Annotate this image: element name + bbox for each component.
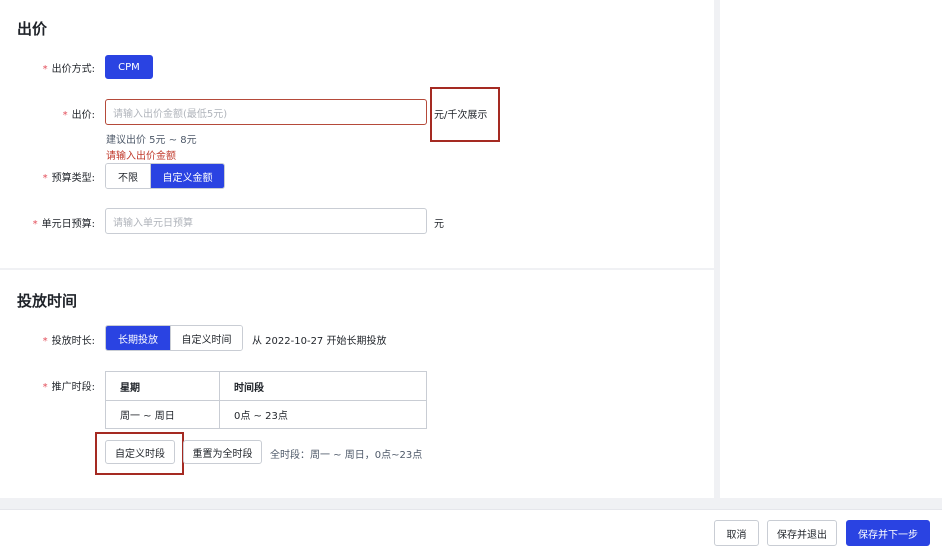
section-divider	[0, 268, 714, 270]
table-cell-weekday: 周一 ~ 周日	[106, 401, 220, 428]
daily-budget-label: * 单元日预算:	[33, 215, 95, 230]
duration-option-long-term[interactable]: 长期投放	[106, 326, 170, 350]
bid-amount-label: * 出价:	[63, 106, 95, 121]
daily-budget-unit: 元	[434, 219, 444, 230]
save-and-next-button[interactable]: 保存并下一步	[846, 520, 930, 546]
highlight-box-custom-slot	[95, 432, 184, 475]
column-header-time-range: 时间段	[234, 382, 264, 394]
time-slot-table: 星期 时间段 周一 ~ 周日 0点 ~ 23点	[105, 371, 427, 429]
budget-type-label: * 预算类型:	[43, 169, 95, 184]
save-and-exit-button[interactable]: 保存并退出	[767, 520, 837, 546]
time-slots-label-text: 推广时段:	[51, 382, 95, 393]
daily-budget-label-text: 单元日预算:	[41, 219, 95, 230]
cancel-button[interactable]: 取消	[714, 520, 759, 546]
budget-option-custom[interactable]: 自定义金额	[150, 164, 224, 188]
bid-mode-label-text: 出价方式:	[51, 64, 95, 75]
schedule-section-title: 投放时间	[17, 292, 78, 310]
duration-segmented: 长期投放 自定义时间	[105, 325, 243, 351]
budget-option-unlimited[interactable]: 不限	[106, 164, 150, 188]
required-mark: *	[42, 173, 48, 184]
required-mark: *	[42, 382, 48, 393]
budget-type-label-text: 预算类型:	[51, 173, 95, 184]
duration-label: * 投放时长:	[43, 332, 95, 347]
right-side-panel	[720, 0, 942, 498]
reset-time-slot-button[interactable]: 重置为全时段	[183, 440, 262, 464]
bid-suggestion-text: 建议出价 5元 ~ 8元	[106, 135, 197, 146]
table-row: 周一 ~ 周日 0点 ~ 23点	[106, 400, 426, 428]
cpm-button[interactable]: CPM	[105, 55, 153, 79]
duration-option-custom[interactable]: 自定义时间	[170, 326, 242, 350]
budget-type-segmented: 不限 自定义金额	[105, 163, 225, 189]
duration-note: 从 2022-10-27 开始长期投放	[252, 336, 387, 347]
table-header-row: 星期 时间段	[106, 372, 426, 400]
bid-amount-label-text: 出价:	[71, 110, 95, 121]
bid-mode-label: * 出价方式:	[43, 60, 95, 75]
bid-amount-input[interactable]: 请输入出价金额(最低5元)	[105, 99, 427, 125]
time-slot-summary: 全时段：周一 ~ 周日，0点~23点	[270, 450, 423, 461]
bid-section-title: 出价	[17, 20, 48, 38]
bid-error-text: 请输入出价金额	[106, 151, 176, 162]
daily-budget-input[interactable]: 请输入单元日预算	[105, 208, 427, 234]
highlight-box-bid-unit	[430, 87, 500, 142]
required-mark: *	[42, 64, 48, 75]
duration-label-text: 投放时长:	[51, 336, 95, 347]
required-mark: *	[32, 219, 38, 230]
time-slots-label: * 推广时段:	[43, 378, 95, 393]
column-header-weekday: 星期	[106, 372, 220, 400]
table-cell-time-range: 0点 ~ 23点	[234, 411, 288, 422]
required-mark: *	[62, 110, 68, 121]
required-mark: *	[42, 336, 48, 347]
